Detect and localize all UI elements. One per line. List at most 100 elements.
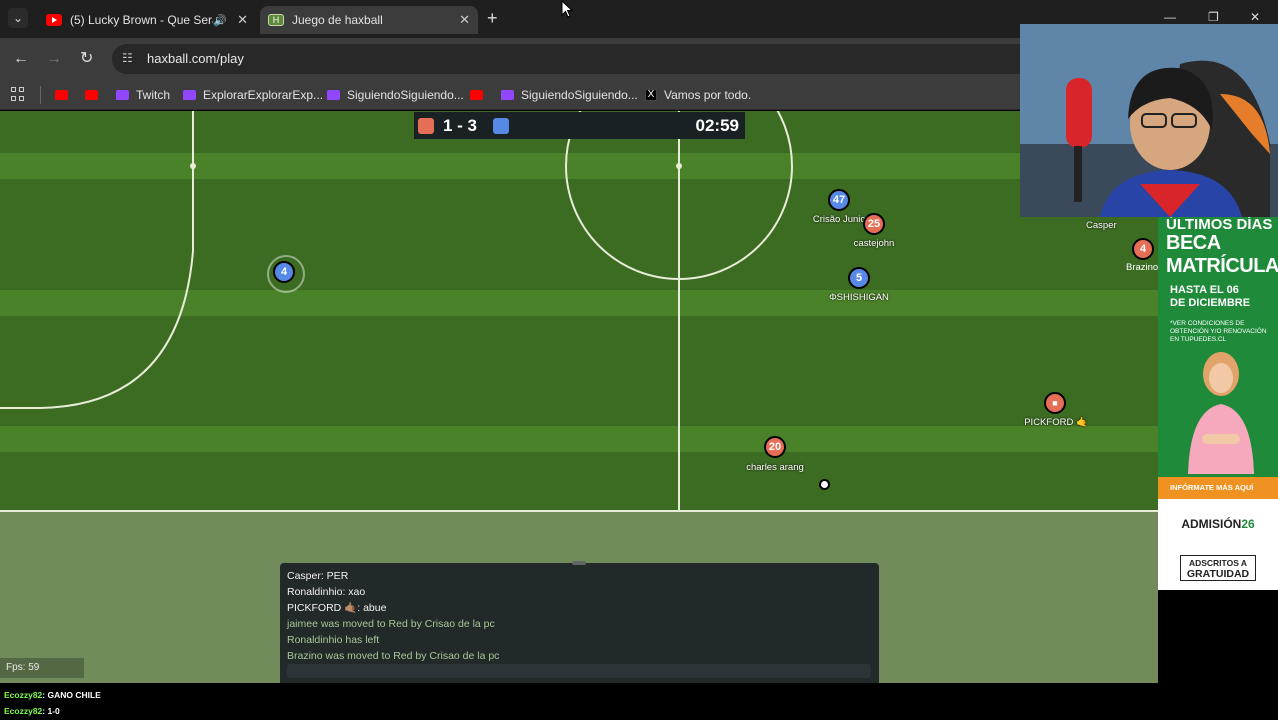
bookmark-twitch[interactable]: Twitch [116, 86, 170, 104]
bookmark-separator [40, 86, 41, 104]
bookmark-youtube-1[interactable] [55, 86, 75, 104]
blue-team-swatch [493, 118, 509, 134]
reload-icon[interactable]: ↻ [80, 50, 93, 68]
chat-line: jaimee was moved to Red by Crisao de la … [287, 618, 495, 630]
close-window-icon[interactable]: ✕ [1250, 10, 1260, 24]
bookmark-label: SiguiendoSiguiendo... [521, 88, 638, 102]
score: 1 - 3 [443, 116, 478, 135]
ad-box-line-2: GRATUIDAD [1186, 568, 1250, 580]
tab-haxball[interactable]: H Juego de haxball ✕ [260, 6, 478, 34]
tab-search-chevron-icon[interactable]: ⌄ [8, 8, 28, 28]
tab-youtube[interactable]: (5) Lucky Brown - Que Será 🔊 ✕ [38, 6, 256, 34]
tab-title: (5) Lucky Brown - Que Será [70, 13, 214, 27]
chat-line: PICKFORD 🤙🏽: abue [287, 602, 387, 614]
player-self: 4 [267, 255, 305, 293]
stream-chat-line: Ecozzy82: 1-0 [4, 706, 60, 716]
bookmark-label: Vamos por todo. [664, 88, 752, 102]
ad-subline: HASTA EL 06 DE DICIEMBRE [1170, 284, 1250, 310]
stream-chat-text: : 1-0 [42, 706, 60, 716]
player-disc: 25 [863, 213, 885, 235]
twitch-icon [327, 90, 340, 100]
player-name: castejohn [853, 238, 895, 249]
site-info-icon[interactable]: ☷ [122, 51, 133, 65]
player-disc: 5 [848, 267, 870, 289]
twitch-icon [116, 90, 129, 100]
haxball-game-canvas[interactable]: 1 - 3 02:59 4 47 Crisão Junic 25 castejo… [0, 111, 1158, 683]
chat-line: Casper: PER [287, 570, 349, 582]
ad-headline-2: MATRÍCULA* [1166, 255, 1278, 277]
youtube-icon [470, 90, 483, 100]
stream-chat-overlay: Ecozzy82: GANO CHILE Ecozzy82: 1-0 [0, 683, 1278, 720]
speaker-icon[interactable]: 🔊 [213, 14, 227, 27]
player-name: ΦSHISHIGAN [829, 292, 889, 303]
ad-person-image [1188, 352, 1254, 474]
mouse-cursor-icon [561, 0, 573, 18]
red-team-swatch [418, 118, 434, 134]
match-timer: 02:59 [695, 116, 739, 135]
youtube-icon [85, 90, 98, 100]
ad-cta-button[interactable]: INFÓRMATE MÁS AQUÍ [1158, 477, 1278, 499]
stream-chat-text: : GANO CHILE [42, 690, 101, 700]
chat-input[interactable] [287, 664, 871, 678]
streamer-webcam-image [1020, 24, 1278, 217]
new-tab-button[interactable]: + [487, 8, 498, 28]
bookmark-x[interactable]: X Vamos por todo. [645, 86, 751, 104]
youtube-icon [55, 90, 68, 100]
stream-chat-user: Ecozzy82 [4, 690, 43, 700]
ad-headline-1: BECA [1166, 232, 1221, 254]
ad-gratuidad-box: ADSCRITOS A GRATUIDAD [1180, 555, 1256, 581]
ad-sub-1: HASTA EL 06 [1170, 284, 1239, 296]
bookmark-explorar[interactable]: ExplorarExplorarExp... [183, 86, 323, 104]
player-disc: 47 [828, 189, 850, 211]
chat-resize-handle[interactable] [572, 561, 586, 565]
x-icon: X [645, 89, 657, 101]
stream-chat-line: Ecozzy82: GANO CHILE [4, 690, 101, 700]
ad-bottom-panel: ADMISIÓN26 ADSCRITOS A GRATUIDAD [1158, 499, 1278, 590]
chat-line: Ronaldinhio has left [287, 634, 380, 646]
url-text[interactable]: haxball.com/play [147, 51, 244, 66]
player-disc: 20 [764, 436, 786, 458]
player-name: Crisão Junic [812, 214, 866, 225]
ad-headline: BECA MATRÍCULA* [1166, 232, 1278, 278]
fps-counter: Fps: 59 [0, 658, 84, 678]
chat-log: Casper: PER Ronaldinhio: xao PICKFORD 🤙🏽… [287, 568, 499, 664]
player-disc: 4 [1132, 238, 1154, 260]
apps-grid-icon[interactable] [11, 87, 25, 101]
forward-icon[interactable]: → [46, 50, 62, 68]
chat-line: Ronaldinhio: xao [287, 586, 366, 598]
twitch-icon [183, 90, 196, 100]
bookmark-label: Twitch [136, 88, 171, 102]
ad-admision-label: ADMISIÓN [1181, 517, 1242, 531]
ad-admision: ADMISIÓN26 [1158, 517, 1278, 531]
player-name: PICKFORD 🤙 [1024, 417, 1088, 428]
bookmark-siguiendo-1[interactable]: SiguiendoSiguiendo... [327, 86, 464, 104]
player-name: Casper [1086, 220, 1117, 231]
close-tab-icon[interactable]: ✕ [459, 12, 470, 28]
haxball-icon: H [268, 14, 284, 26]
player-name: Brazino [1126, 262, 1159, 273]
twitch-icon [501, 90, 514, 100]
ad-sub-2: DE DICIEMBRE [1170, 297, 1251, 309]
bookmark-youtube-2[interactable] [85, 86, 105, 104]
back-icon[interactable]: ← [13, 50, 29, 68]
screen: ⌄ (5) Lucky Brown - Que Será 🔊 ✕ H Juego… [0, 0, 1278, 720]
close-tab-icon[interactable]: ✕ [237, 12, 248, 28]
advertisement[interactable]: ÚLTIMOS DÍAS BECA MATRÍCULA* HASTA EL 06… [1158, 216, 1278, 590]
restore-icon[interactable]: ❐ [1208, 10, 1219, 24]
tab-title: Juego de haxball [292, 13, 383, 27]
game-chat-box: Casper: PER Ronaldinhio: xao PICKFORD 🤙🏽… [280, 561, 879, 683]
webcam-overlay [1020, 24, 1278, 217]
minimize-icon[interactable]: — [1164, 10, 1176, 24]
chat-line: Brazino was moved to Red by Crisao de la… [287, 650, 500, 662]
ad-fine-print: *VER CONDICIONES DE OBTENCIÓN Y/O RENOVA… [1170, 320, 1267, 343]
scoreboard: 1 - 3 02:59 [414, 112, 745, 139]
bookmark-label: ExplorarExplorarExp... [203, 88, 324, 102]
player-disc: ■ [1044, 392, 1066, 414]
bookmark-siguiendo-2[interactable]: SiguiendoSiguiendo... [501, 86, 638, 104]
ball [819, 479, 830, 490]
stream-chat-user: Ecozzy82 [4, 706, 43, 716]
ad-admision-year: 26 [1241, 517, 1255, 531]
bookmark-youtube-3[interactable] [470, 86, 490, 104]
player-name: charles arang [746, 462, 804, 473]
bookmark-label: SiguiendoSiguiendo... [347, 88, 464, 102]
